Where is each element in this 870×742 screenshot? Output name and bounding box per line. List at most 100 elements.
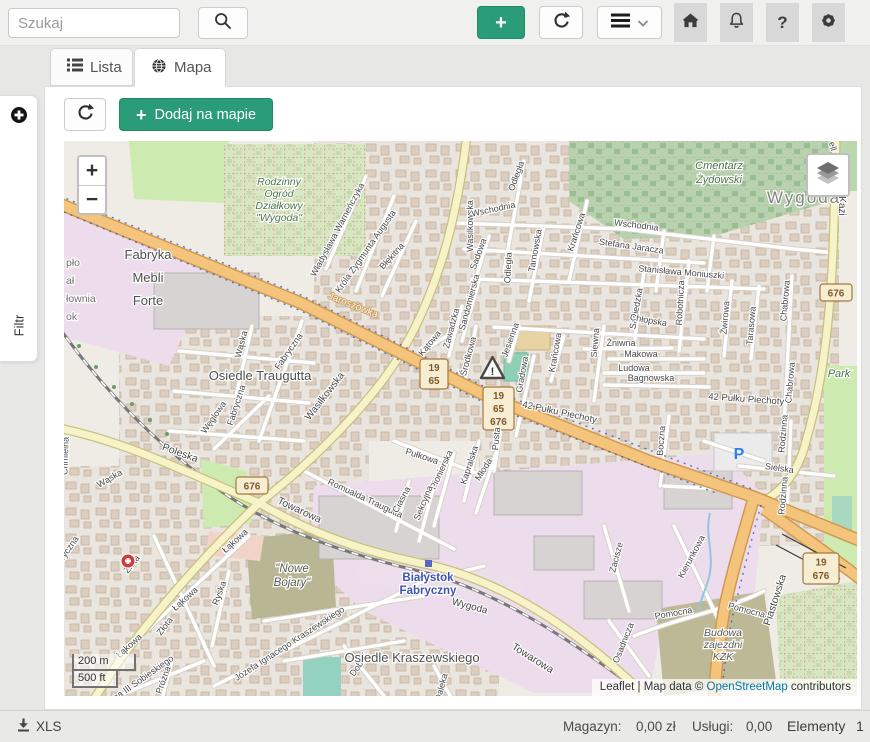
search-button[interactable] (198, 7, 248, 39)
street-label: Odległa (502, 252, 514, 284)
place-label: Osiedle Kraszewskiego (344, 650, 479, 665)
map-tiles: 676 19 65 19 65 676 676 (64, 141, 857, 696)
plus-icon: + (495, 13, 507, 33)
warning-glyph: ! (491, 366, 495, 378)
download-icon (17, 718, 30, 735)
shield-text: 676 (490, 417, 507, 428)
question-icon: ? (777, 13, 787, 33)
place-label: "Wygoda" (256, 212, 303, 224)
hamburger-icon (611, 13, 630, 33)
tab-label: Lista (90, 59, 122, 76)
street-label: Żniwna (606, 338, 635, 348)
place-label: Park (828, 368, 851, 380)
zoom-in-button[interactable]: + (79, 157, 105, 185)
scale-control: 200 m 500 ft (72, 654, 136, 688)
menu-button[interactable] (597, 6, 662, 39)
refresh-icon (551, 10, 571, 35)
place-label: zajezdni (703, 639, 743, 651)
magazyn-label: Magazyn: (563, 719, 622, 734)
bell-icon (727, 11, 746, 35)
layers-icon (814, 160, 842, 191)
filter-label: Filtr (11, 315, 26, 337)
refresh-icon (75, 102, 95, 127)
elementy-value: 1 (856, 718, 864, 734)
search-input[interactable] (8, 8, 180, 38)
place-label: Bojary" (274, 577, 312, 589)
place-label: Fabryka (125, 247, 173, 262)
top-toolbar: + ? (0, 0, 870, 46)
chevron-down-icon (638, 14, 648, 32)
station-label: Fabryczny (400, 585, 457, 597)
station-icon (425, 560, 432, 567)
map-refresh-button[interactable] (64, 98, 106, 131)
place-label: Forte (133, 293, 163, 308)
tab-label: Mapa (174, 59, 212, 76)
gear-icon (819, 11, 838, 35)
attribution-leaflet: Leaflet (600, 681, 635, 693)
xls-label: XLS (36, 719, 62, 734)
globe-icon (151, 58, 167, 78)
shield-19-65-676: 19 65 676 (483, 387, 514, 430)
tab-mapa[interactable]: Mapa (134, 48, 226, 87)
home-button[interactable] (674, 3, 707, 42)
filter-sidebar[interactable]: Filtr (0, 95, 38, 362)
shield-19-676: 19 676 (803, 553, 839, 584)
shield-text: 19 (493, 391, 505, 402)
add-on-map-label: Dodaj na mapie (155, 107, 257, 123)
place-label: Mebli (132, 270, 163, 285)
street-label: Makowa (624, 349, 658, 359)
scale-metric: 200 m (72, 654, 136, 671)
attribution-end: contributors (788, 681, 851, 693)
list-icon (67, 58, 83, 76)
add-button[interactable]: + (477, 6, 525, 39)
place-label: Budowa (704, 627, 742, 639)
shield-text: 676 (828, 289, 845, 300)
tab-lista[interactable]: Lista (50, 48, 133, 86)
place-label: ał (66, 275, 75, 287)
place-label: Działkowy (255, 200, 303, 212)
openstreetmap-link[interactable]: OpenStreetMap (707, 681, 788, 693)
plus-icon: + (136, 106, 147, 124)
add-on-map-button[interactable]: + Dodaj na mapie (119, 98, 273, 131)
plus-circle-icon[interactable] (10, 106, 28, 129)
xls-export-button[interactable]: XLS (17, 718, 62, 735)
map-canvas[interactable]: 676 19 65 19 65 676 676 (64, 141, 857, 696)
hospital-icon (121, 554, 135, 568)
settings-button[interactable] (812, 3, 845, 42)
notifications-button[interactable] (720, 3, 753, 42)
home-icon (681, 11, 700, 34)
street-label: Pusta (490, 427, 502, 451)
layers-control[interactable] (806, 153, 850, 197)
help-button[interactable]: ? (766, 3, 799, 42)
shield-676-east: 676 (820, 284, 852, 301)
uslugi-label: Usługi: (692, 719, 733, 734)
attribution-mid: | Map data © (634, 681, 706, 693)
zoom-out-button[interactable]: − (79, 185, 105, 213)
shield-text: 65 (493, 404, 505, 415)
street-label: Bagnowska (628, 373, 675, 383)
shield-text: 676 (244, 482, 261, 493)
place-label: pło (66, 257, 80, 269)
magazyn-value: 0,00 zł (636, 719, 676, 734)
place-label: ok (66, 311, 78, 323)
search-icon (213, 11, 233, 36)
scale-imperial: 500 ft (72, 671, 118, 688)
place-label: "Nowe (275, 563, 308, 575)
place-label: Cmentarz (695, 160, 743, 172)
place-label: łownia (66, 293, 96, 305)
place-label: Żydowski (695, 174, 742, 186)
street-label: Ludowa (618, 363, 650, 373)
shield-text: 65 (428, 376, 440, 387)
shield-19-65: 19 65 (420, 359, 448, 389)
place-label: Osiedle Traugutta (209, 368, 312, 383)
shield-676: 676 (236, 477, 268, 494)
place-label: Rodzinny (257, 176, 302, 188)
shield-text: 19 (815, 558, 827, 569)
place-label: KŻK (713, 651, 734, 663)
station-label: Białystok (402, 572, 454, 584)
shield-text: 676 (813, 571, 830, 582)
content-panel: + Dodaj na mapie (44, 86, 862, 710)
zoom-control: + − (77, 155, 107, 215)
parking-icon: P (734, 446, 745, 463)
refresh-button[interactable] (539, 6, 583, 39)
